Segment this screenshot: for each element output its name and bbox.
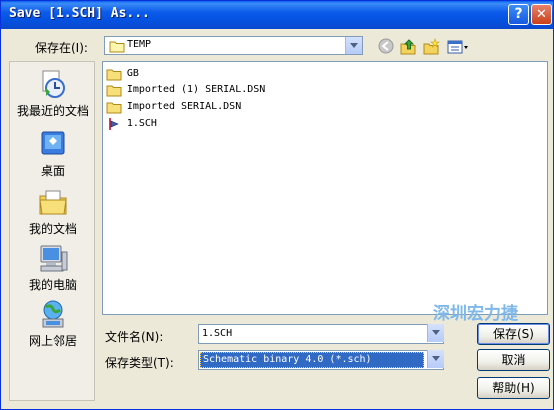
folder-icon	[106, 69, 122, 80]
folder-icon	[109, 41, 125, 53]
cancel-button[interactable]: 取消	[477, 349, 550, 371]
file-name-dropdown[interactable]	[425, 324, 444, 344]
list-item[interactable]: GB	[106, 66, 139, 82]
file-name-value: 1.SCH	[202, 328, 233, 339]
chevron-down-icon[interactable]	[345, 37, 362, 54]
save-type-arrow[interactable]	[425, 350, 444, 370]
places-bar: 我最近的文档 桌面 我的文档 我的电脑 网上邻居	[9, 61, 95, 401]
save-button[interactable]: 保存(S)	[477, 323, 550, 345]
close-button[interactable]: ✕	[531, 4, 552, 25]
list-item[interactable]: Imported SERIAL.DSN	[106, 99, 241, 115]
place-recent-documents[interactable]: 我最近的文档	[10, 68, 96, 119]
file-list[interactable]: GB Imported (1) SERIAL.DSN Imported SERI…	[102, 61, 548, 315]
file-name: 1.SCH	[126, 118, 157, 129]
watermark-text: 深圳宏力捷	[433, 304, 518, 324]
place-label: 我的电脑	[28, 278, 77, 292]
help-title-button[interactable]: ?	[508, 4, 529, 25]
file-name: Imported SERIAL.DSN	[126, 101, 242, 112]
view-menu-icon[interactable]	[446, 38, 470, 56]
list-item[interactable]: Imported (1) SERIAL.DSN	[106, 82, 265, 98]
save-type-dropdown[interactable]: Schematic binary 4.0 (*.sch)	[198, 350, 444, 370]
help-button[interactable]: 帮助(H)	[477, 377, 550, 399]
selected-type-highlight: Schematic binary 4.0 (*.sch)	[200, 352, 424, 368]
my-documents-icon	[39, 190, 67, 215]
file-name-input[interactable]: 1.SCH	[198, 324, 444, 344]
new-folder-icon[interactable]	[422, 38, 440, 56]
place-label: 我的文档	[28, 222, 77, 236]
recent-documents-icon	[42, 70, 65, 98]
title-bar[interactable]: Save [1.SCH] As... ? ✕	[1, 1, 553, 29]
place-label: 网上邻居	[28, 334, 77, 348]
my-computer-icon	[40, 245, 68, 272]
list-item[interactable]: 1.SCH	[106, 116, 157, 132]
save-in-value: TEMP	[127, 39, 152, 50]
desktop-icon	[41, 131, 65, 155]
save-type-label: 保存类型(T):	[105, 356, 174, 370]
place-desktop[interactable]: 桌面	[10, 128, 96, 179]
place-my-computer[interactable]: 我的电脑	[10, 242, 96, 293]
folder-icon	[106, 85, 122, 96]
place-network[interactable]: 网上邻居	[10, 298, 96, 349]
save-type-value: Schematic binary 4.0 (*.sch)	[203, 354, 372, 365]
place-label: 桌面	[40, 164, 65, 178]
up-folder-icon[interactable]	[399, 38, 417, 56]
window-title: Save [1.SCH] As...	[9, 6, 150, 21]
save-in-dropdown[interactable]: TEMP	[104, 36, 363, 55]
schematic-file-icon	[109, 117, 119, 130]
file-name: Imported (1) SERIAL.DSN	[126, 84, 266, 95]
network-places-icon	[42, 300, 64, 328]
save-as-dialog: Save [1.SCH] As... ? ✕ 保存在(I): TEMP 我最近的…	[0, 0, 554, 410]
chevron-down-icon[interactable]	[427, 350, 444, 368]
place-my-documents[interactable]: 我的文档	[10, 186, 96, 237]
chevron-down-icon[interactable]	[427, 324, 444, 342]
place-label: 我最近的文档	[16, 104, 89, 118]
back-icon[interactable]	[377, 38, 395, 56]
file-name-label: 文件名(N):	[105, 330, 164, 344]
save-in-label: 保存在(I):	[35, 41, 88, 55]
file-name: GB	[126, 68, 139, 79]
folder-icon	[106, 102, 122, 113]
